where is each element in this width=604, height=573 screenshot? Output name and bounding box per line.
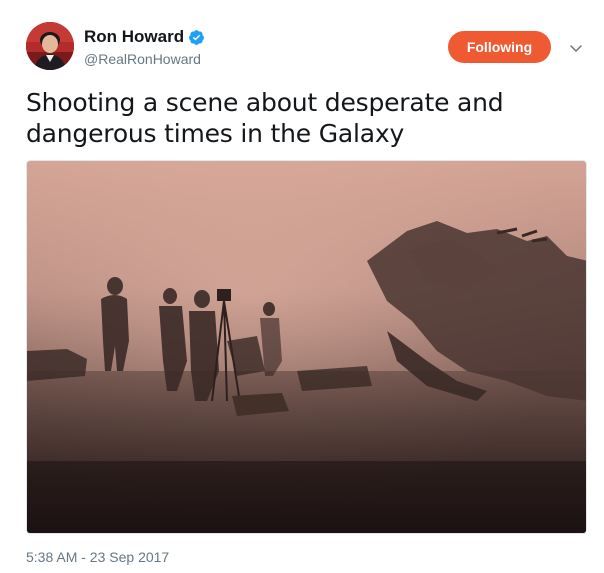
author-display-name[interactable]: Ron Howard [84,27,184,47]
tweet-text: Shooting a scene about desperate and dan… [26,88,504,148]
following-button[interactable]: Following [448,31,551,63]
avatar[interactable] [26,22,74,70]
tweet-timestamp[interactable]: 5:38 AM - 23 Sep 2017 [26,549,169,565]
chevron-down-icon[interactable] [568,40,584,56]
foggy-film-set-photo [27,161,586,533]
avatar-photo [26,22,74,70]
author-handle[interactable]: @RealRonHoward [84,51,201,67]
tweet-card: Ron Howard @RealRonHoward Following Shoo… [0,0,604,573]
tweet-media-image[interactable] [26,160,587,534]
verified-badge-icon [188,29,205,46]
author-name-row[interactable]: Ron Howard [84,27,205,47]
